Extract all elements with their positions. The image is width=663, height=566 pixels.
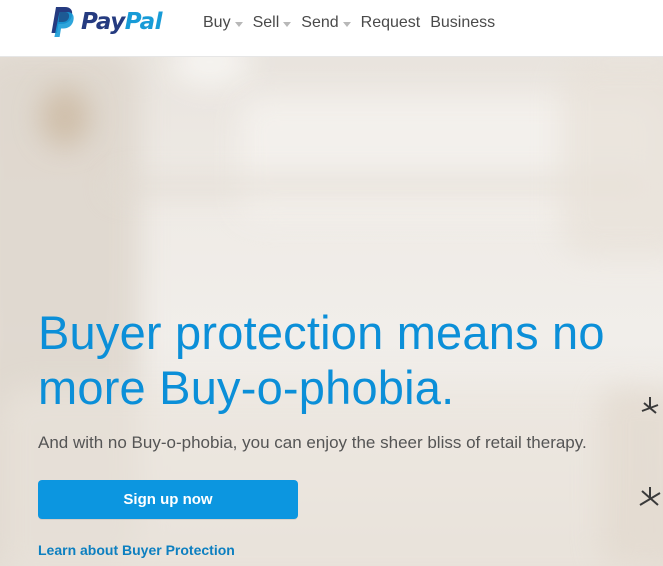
main-nav: Buy Sell Send Request Business — [203, 12, 505, 34]
hero-banner: Buyer protection means no more Buy-o-pho… — [0, 57, 663, 566]
caret-down-icon — [342, 21, 351, 27]
nav-item-send[interactable]: Send — [301, 12, 351, 34]
nav-item-sell[interactable]: Sell — [253, 12, 292, 34]
decorative-hanger-icon — [639, 397, 661, 506]
paypal-p-icon — [51, 7, 74, 37]
wordmark-pay: Pay — [81, 9, 125, 35]
nav-item-label: Request — [360, 14, 421, 31]
nav-item-request[interactable]: Request — [361, 12, 421, 34]
hero-subheadline: And with no Buy-o-phobia, you can enjoy … — [38, 433, 587, 452]
caret-down-icon — [283, 21, 292, 27]
nav-item-label: Sell — [252, 14, 280, 31]
nav-item-buy[interactable]: Buy — [203, 12, 243, 34]
nav-item-business[interactable]: Business — [430, 12, 495, 34]
nav-item-label: Business — [430, 14, 496, 31]
caret-down-icon — [234, 21, 243, 27]
nav-item-label: Buy — [203, 14, 231, 31]
learn-buyer-protection-link[interactable]: Learn about Buyer Protection — [38, 542, 235, 558]
sign-up-button[interactable]: Sign up now — [38, 480, 298, 519]
nav-item-label: Send — [301, 14, 339, 31]
hero-headline: Buyer protection means no more Buy-o-pho… — [38, 306, 605, 414]
paypal-logo[interactable]: PayPal — [49, 6, 163, 38]
paypal-wordmark: PayPal — [81, 6, 163, 38]
site-header: PayPal Buy Sell Send Request Business — [0, 0, 663, 57]
wordmark-pal: Pal — [124, 9, 163, 35]
